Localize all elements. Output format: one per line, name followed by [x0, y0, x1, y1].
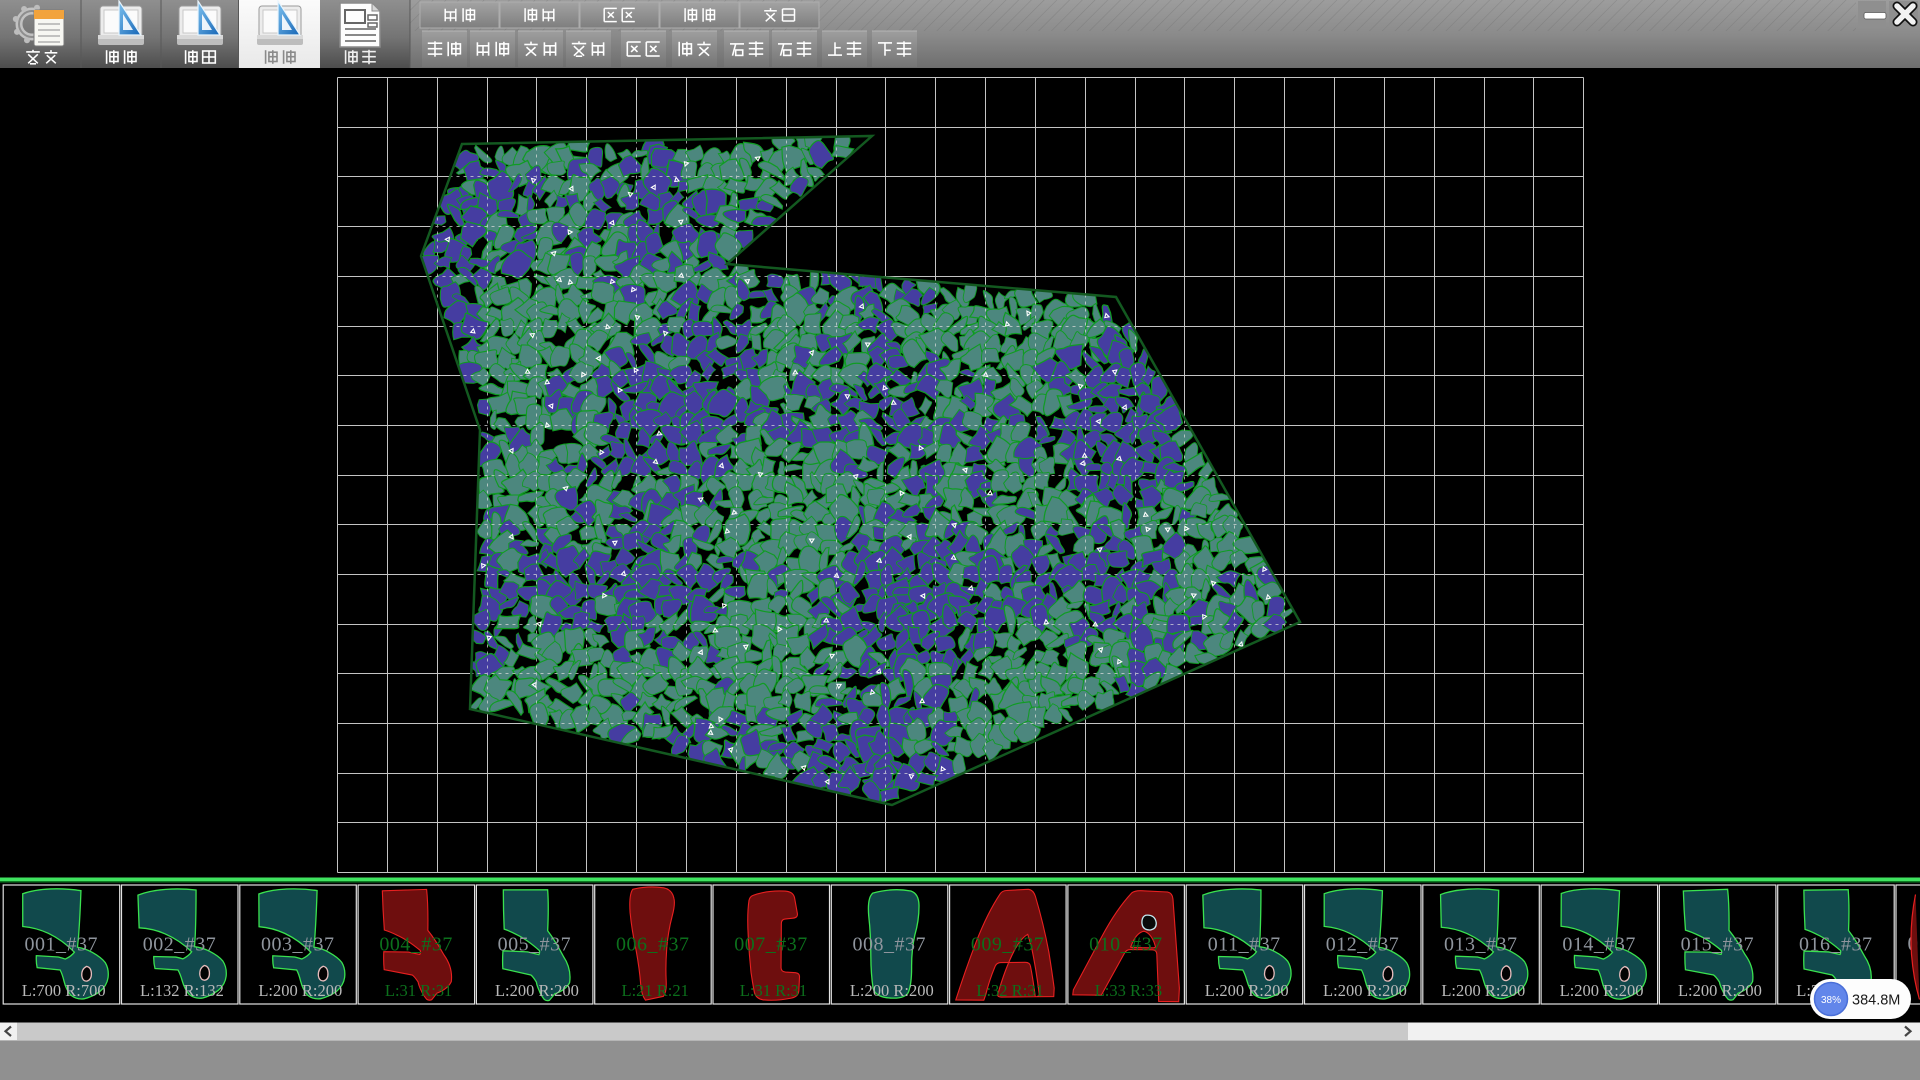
svg-text:004_#37: 004_#37	[379, 934, 453, 956]
svg-text:L:200 R:200: L:200 R:200	[1205, 981, 1289, 1000]
svg-text:L:200 R:200: L:200 R:200	[1441, 981, 1525, 1000]
svg-text:009_#37: 009_#37	[971, 934, 1045, 956]
svg-text:L:200 R:200: L:200 R:200	[850, 981, 934, 1000]
svg-text:L:31 R:31: L:31 R:31	[740, 981, 807, 1000]
svg-text:384.8M: 384.8M	[1852, 993, 1900, 1009]
svg-text:016_#37: 016_#37	[1799, 934, 1873, 956]
svg-text:015_#37: 015_#37	[1681, 934, 1755, 956]
svg-text:L:200 R:200: L:200 R:200	[1678, 981, 1762, 1000]
svg-text:38%: 38%	[1821, 995, 1841, 1006]
svg-text:L:200 R:200: L:200 R:200	[1323, 981, 1407, 1000]
svg-text:002_#37: 002_#37	[143, 934, 217, 956]
svg-text:010_#37: 010_#37	[1089, 934, 1163, 956]
svg-text:L:21 R:21: L:21 R:21	[622, 981, 689, 1000]
svg-text:012_#37: 012_#37	[1326, 934, 1400, 956]
svg-text:L:32 R:31: L:32 R:31	[976, 981, 1043, 1000]
svg-text:007_#37: 007_#37	[734, 934, 808, 956]
svg-text:006_#37: 006_#37	[616, 934, 690, 956]
svg-text:001_#37: 001_#37	[24, 934, 98, 956]
svg-text:013_#37: 013_#37	[1444, 934, 1518, 956]
svg-text:L:33 R:33: L:33 R:33	[1095, 981, 1162, 1000]
svg-text:011_#37: 011_#37	[1208, 934, 1281, 956]
svg-text:003_#37: 003_#37	[261, 934, 335, 956]
svg-text:L:132 R:132: L:132 R:132	[140, 981, 224, 1000]
svg-text:L:200 R:200: L:200 R:200	[495, 981, 579, 1000]
svg-text:L:31 R:31: L:31 R:31	[385, 981, 452, 1000]
svg-text:L:700 R:700: L:700 R:700	[22, 981, 106, 1000]
svg-text:L:200 R:200: L:200 R:200	[1560, 981, 1644, 1000]
svg-text:005_#37: 005_#37	[498, 934, 572, 956]
svg-text:008_#37: 008_#37	[853, 934, 927, 956]
svg-text:014_#37: 014_#37	[1562, 934, 1636, 956]
svg-text:L:200 R:200: L:200 R:200	[258, 981, 342, 1000]
